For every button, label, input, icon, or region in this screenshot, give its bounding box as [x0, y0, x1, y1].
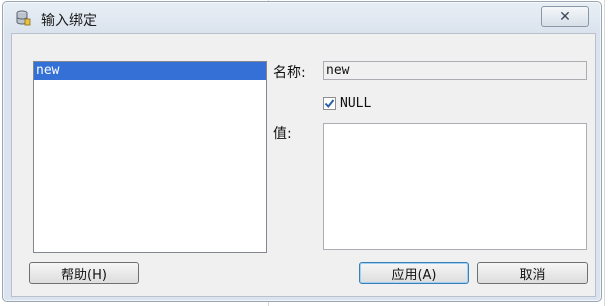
input-binding-dialog: 输入绑定 ✕ new 名称: new NULL 值: 帮助(H) 应用(A) 取… — [2, 1, 602, 302]
name-label: 名称: — [273, 65, 306, 81]
title-bar[interactable]: 输入绑定 ✕ — [3, 2, 601, 32]
close-icon: ✕ — [559, 8, 571, 25]
value-label: 值: — [273, 126, 292, 142]
name-field[interactable]: new — [323, 61, 587, 80]
list-item[interactable]: new — [34, 62, 266, 80]
close-button[interactable]: ✕ — [541, 6, 589, 27]
checkmark-icon — [324, 99, 335, 109]
binding-list[interactable]: new — [33, 61, 267, 253]
background-edge — [604, 0, 605, 306]
cancel-button[interactable]: 取消 — [477, 262, 588, 284]
null-checkbox-row[interactable]: NULL — [323, 96, 371, 111]
help-button[interactable]: 帮助(H) — [29, 262, 139, 284]
value-textarea[interactable] — [323, 123, 587, 250]
null-checkbox[interactable] — [323, 97, 336, 110]
dialog-body: new 名称: new NULL 值: 帮助(H) 应用(A) 取消 — [11, 33, 596, 297]
null-checkbox-label: NULL — [340, 96, 372, 111]
apply-button[interactable]: 应用(A) — [359, 262, 469, 284]
database-icon — [15, 10, 31, 26]
window-title: 输入绑定 — [41, 13, 97, 29]
